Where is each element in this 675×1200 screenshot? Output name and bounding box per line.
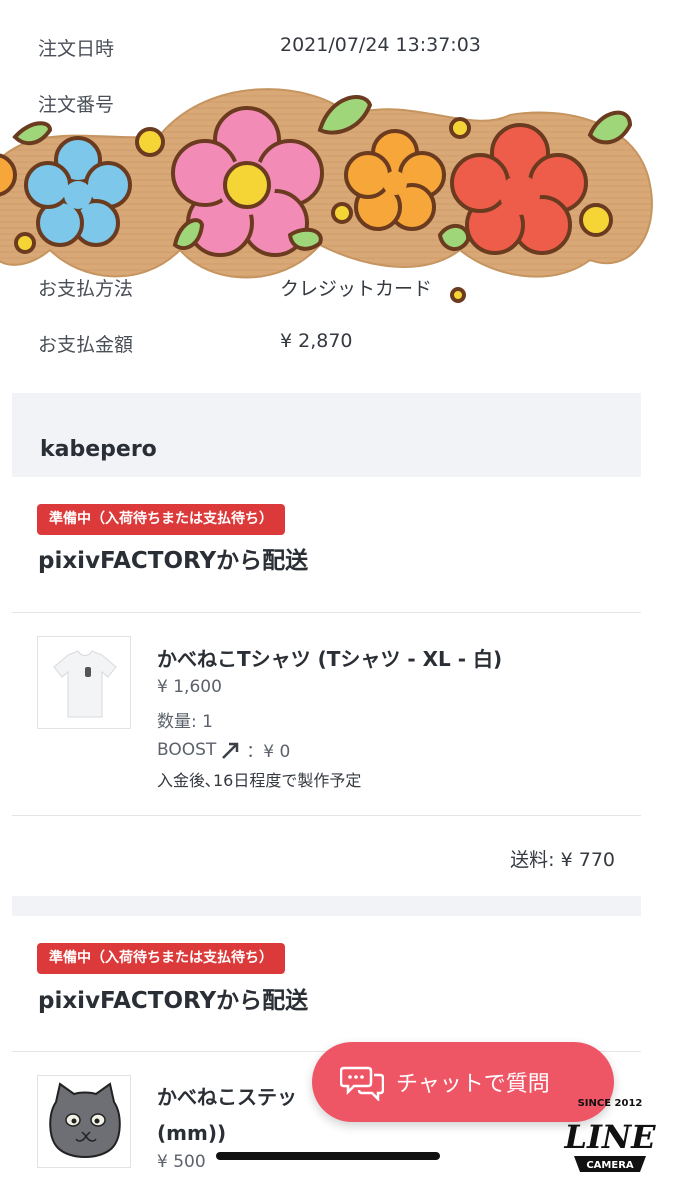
line-camera-watermark-logo: SINCE 2012 LINE CAMERA: [563, 1098, 656, 1172]
boost-value: ：¥ 0: [246, 742, 291, 762]
status-badge: 準備中（入荷待ちまたは支払待ち）: [37, 943, 285, 974]
payment-amount-label: お支払金額: [38, 334, 134, 356]
item-thumbnail[interactable]: [37, 1075, 131, 1168]
watermark-sub: CAMERA: [586, 1160, 634, 1171]
item-thumbnail[interactable]: [37, 636, 131, 729]
divider: [12, 612, 641, 613]
shipment-title: pixivFACTORYから配送: [38, 548, 309, 574]
item-quantity: 数量: 1: [157, 712, 213, 732]
shop-header-band: [12, 393, 641, 477]
t-shirt-icon: [53, 650, 117, 718]
watermark-since: SINCE 2012: [578, 1098, 643, 1109]
item-boost: BOOST ：¥ 0: [157, 737, 291, 763]
item-price: ¥ 1,600: [157, 677, 222, 697]
cat-sticker-icon: [49, 1082, 121, 1158]
shipping-fee: 送料: ¥ 770: [510, 849, 615, 871]
status-badge: 準備中（入荷待ちまたは支払待ち）: [37, 504, 285, 535]
item-production-note: 入金後､16日程度で製作予定: [157, 771, 362, 790]
item-price: ¥ 500: [157, 1152, 206, 1172]
item-name-continued[interactable]: (mm)): [157, 1121, 226, 1145]
shipment-title: pixivFACTORYから配送: [38, 988, 309, 1014]
divider: [12, 815, 641, 816]
flower-sticker-decoration: [0, 88, 653, 303]
boost-label: BOOST: [157, 739, 217, 760]
home-indicator[interactable]: [216, 1152, 440, 1160]
order-date-label: 注文日時: [38, 38, 115, 60]
payment-amount-value: ¥ 2,870: [280, 330, 353, 352]
section-gap: [12, 896, 641, 916]
watermark-brand: LINE: [563, 1118, 656, 1156]
chat-bubble-icon: [340, 1066, 384, 1101]
item-name[interactable]: かべねこTシャツ (Tシャツ - XL - 白): [157, 643, 502, 672]
shop-name[interactable]: kabepero: [40, 437, 157, 462]
chat-button-label[interactable]: チャットで質問: [396, 1066, 550, 1098]
item-name[interactable]: かべねこステッ: [157, 1081, 297, 1110]
order-date-value: 2021/07/24 13:37:03: [280, 34, 481, 56]
boost-arrow-icon: [222, 742, 239, 759]
